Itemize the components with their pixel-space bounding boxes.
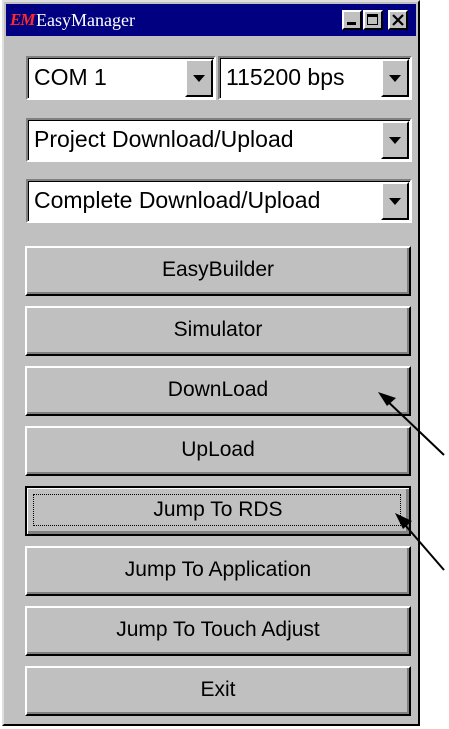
upload-label: UpLoad [181,438,255,461]
com-port-select[interactable]: COM 1 [26,56,216,100]
window-title: EasyManager [36,10,135,30]
exit-label: Exit [200,678,236,701]
jump-to-application-label: Jump To Application [124,558,312,581]
baud-rate-value: 115200 bps [226,64,345,90]
simulator-label: Simulator [173,318,263,341]
minimize-button[interactable] [342,10,362,30]
com-port-value: COM 1 [34,64,107,90]
chevron-down-icon[interactable] [381,121,409,159]
chevron-down-icon[interactable] [381,182,409,220]
exit-button[interactable]: Exit [25,666,411,716]
close-icon [392,14,404,26]
download-button[interactable]: DownLoad [25,366,411,416]
baud-rate-select[interactable]: 115200 bps [218,56,412,100]
jump-to-touch-adjust-button[interactable]: Jump To Touch Adjust [25,606,411,656]
chevron-down-icon[interactable] [185,59,213,97]
jump-to-touch-adjust-label: Jump To Touch Adjust [116,618,320,641]
transfer-type-value: Complete Download/Upload [34,187,321,213]
chevron-down-icon[interactable] [381,59,409,97]
easybuilder-label: EasyBuilder [161,258,275,281]
jump-to-rds-button[interactable]: Jump To RDS [25,486,411,536]
jump-to-application-button[interactable]: Jump To Application [25,546,411,596]
maximize-button[interactable] [363,10,383,30]
simulator-button[interactable]: Simulator [25,306,411,356]
upload-button[interactable]: UpLoad [25,426,411,476]
download-label: DownLoad [167,378,269,401]
easybuilder-button[interactable]: EasyBuilder [25,246,411,296]
close-button[interactable] [388,10,408,30]
title-bar[interactable]: EM EasyManager [6,4,416,36]
transfer-type-select[interactable]: Complete Download/Upload [26,179,412,223]
jump-to-rds-label: Jump To RDS [153,498,283,521]
app-logo-icon: EM [10,10,35,29]
mode-value: Project Download/Upload [34,126,294,152]
mode-select[interactable]: Project Download/Upload [26,118,412,162]
